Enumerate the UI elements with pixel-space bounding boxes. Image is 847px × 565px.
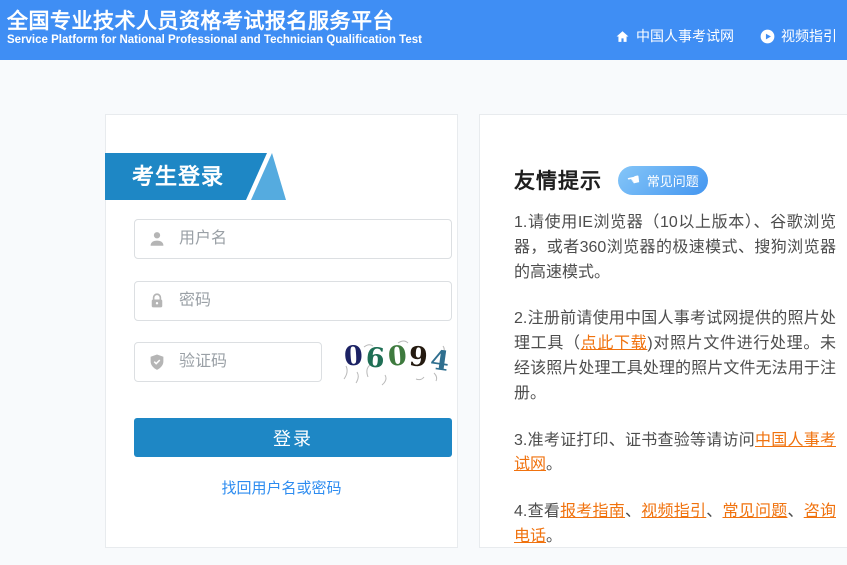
login-panel-ribbon: 考生登录 <box>105 153 295 200</box>
faq-button-label: 常见问题 <box>647 171 699 190</box>
nav-cpta-site[interactable]: 中国人事考试网 <box>615 26 734 46</box>
tips-panel: 友情提示 ☚ 常见问题 1.请使用IE浏览器（10以上版本）、谷歌浏览器，或者3… <box>479 114 847 548</box>
header-nav: 中国人事考试网 视频指引 <box>615 26 837 46</box>
captcha-image[interactable]: 06094 <box>338 333 452 391</box>
nav-label: 中国人事考试网 <box>636 26 734 46</box>
tips-header: 友情提示 ☚ 常见问题 <box>514 165 708 195</box>
page: 全国专业技术人员资格考试报名服务平台 Service Platform for … <box>0 0 847 565</box>
tips-list: 1.请使用IE浏览器（10以上版本）、谷歌浏览器，或者360浏览器的极速模式、搜… <box>514 211 836 565</box>
tip-text: 3.准考证打印、证书查验等请访问 <box>514 432 755 449</box>
captcha-digit: 0 <box>343 340 366 372</box>
tip-text: 1.请使用IE浏览器（10以上版本）、谷歌浏览器，或者360浏览器的极速模式、搜… <box>514 214 836 281</box>
pointing-hand-icon: ☚ <box>626 171 642 188</box>
tip-text: 。 <box>546 528 562 545</box>
site-title: 全国专业技术人员资格考试报名服务平台 <box>7 5 394 35</box>
username-input[interactable] <box>134 219 452 259</box>
captcha-digit: 6 <box>365 342 389 374</box>
captcha-field-wrap <box>134 342 322 382</box>
tip-text: 4.查看 <box>514 503 560 520</box>
captcha-digits: 06094 <box>344 341 446 372</box>
tip-item: 3.准考证打印、证书查验等请访问中国人事考试网。 <box>514 429 836 479</box>
home-icon <box>615 29 630 44</box>
username-field-wrap <box>134 219 452 259</box>
login-button[interactable]: 登录 <box>134 418 452 457</box>
tips-title: 友情提示 <box>514 165 602 195</box>
forgot-credentials-link[interactable]: 找回用户名或密码 <box>106 477 457 498</box>
captcha-digit: 0 <box>387 340 411 372</box>
tip-link[interactable]: 常见问题 <box>723 503 788 520</box>
login-panel-title: 考生登录 <box>105 153 267 200</box>
nav-label: 视频指引 <box>781 26 837 46</box>
tip-text: 。 <box>546 456 562 473</box>
site-subtitle: Service Platform for National Profession… <box>7 34 422 46</box>
login-panel: 考生登录 <box>105 114 458 548</box>
captcha-digit: 4 <box>428 345 454 379</box>
nav-video-guide[interactable]: 视频指引 <box>760 26 837 46</box>
tip-item: 4.查看报考指南、视频指引、常见问题、咨询电话。 <box>514 500 836 550</box>
play-circle-icon <box>760 29 775 44</box>
tip-link[interactable]: 点此下载 <box>581 335 648 352</box>
tip-text: 、 <box>625 503 641 520</box>
tip-link[interactable]: 报考指南 <box>560 503 625 520</box>
header: 全国专业技术人员资格考试报名服务平台 Service Platform for … <box>0 0 847 60</box>
password-field-wrap <box>134 281 452 321</box>
faq-button[interactable]: ☚ 常见问题 <box>618 166 708 195</box>
tip-link[interactable]: 视频指引 <box>641 503 706 520</box>
captcha-input[interactable] <box>134 342 322 382</box>
password-input[interactable] <box>134 281 452 321</box>
tip-text: 、 <box>787 503 803 520</box>
tip-text: 、 <box>706 503 722 520</box>
tip-item: 1.请使用IE浏览器（10以上版本）、谷歌浏览器，或者360浏览器的极速模式、搜… <box>514 211 836 285</box>
tip-item: 2.注册前请使用中国人事考试网提供的照片处理工具（点此下载)对照片文件进行处理。… <box>514 307 836 406</box>
